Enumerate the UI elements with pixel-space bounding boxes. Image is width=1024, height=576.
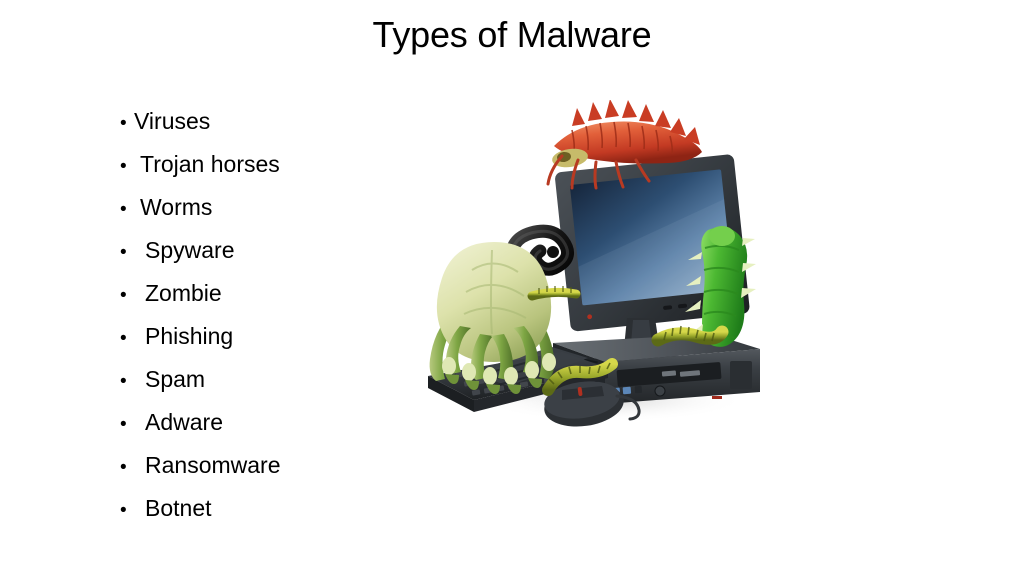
bullet-marker-icon: • <box>120 371 127 392</box>
list-item-label: Botnet <box>145 495 212 521</box>
page-title: Types of Malware <box>372 14 652 55</box>
list-item-label: Spam <box>145 366 206 392</box>
list-item: • Zombie <box>120 272 420 315</box>
tower-accent <box>712 396 722 399</box>
list-item-label: Adware <box>145 409 223 435</box>
list-item: • Phishing <box>120 315 420 358</box>
list-item: • Adware <box>120 401 420 444</box>
list-item: • Ransomware <box>120 444 420 487</box>
list-item-label: Phishing <box>145 323 234 349</box>
green-dust-mite-icon <box>429 242 556 394</box>
bullet-marker-icon: • <box>120 457 127 478</box>
malware-computer-image <box>412 100 782 440</box>
list-item-label: Viruses <box>134 108 211 134</box>
bullet-marker-icon: • <box>120 500 127 521</box>
bullet-marker-icon: • <box>120 156 127 177</box>
power-button[interactable] <box>654 385 666 397</box>
list-item-label: Spyware <box>145 237 235 263</box>
bullet-marker-icon: • <box>120 328 127 349</box>
list-item: • Botnet <box>120 487 420 530</box>
list-item: • Spyware <box>120 229 420 272</box>
bullet-marker-icon: • <box>120 199 127 220</box>
caterpillar-head <box>709 226 735 246</box>
list-item-label: Ransomware <box>145 452 281 478</box>
list-item: • Trojan horses <box>120 143 420 186</box>
list-item-label: Trojan horses <box>140 151 280 177</box>
tower-panel <box>730 361 752 389</box>
list-item: • Spam <box>120 358 420 401</box>
list-item-label: Zombie <box>145 280 222 306</box>
bullet-marker-icon: • <box>120 414 127 435</box>
bullet-marker-icon: • <box>120 285 127 306</box>
snake-head <box>547 246 559 258</box>
list-item: • Worms <box>120 186 420 229</box>
bullet-marker-icon: • <box>120 242 127 263</box>
bullet-marker-icon: • <box>120 113 127 134</box>
slide: Types of Malware • Viruses • Trojan hors… <box>0 0 1024 576</box>
malware-type-list: • Viruses • Trojan horses • Worms • Spyw… <box>120 100 420 530</box>
malware-computer-illustration <box>427 100 760 427</box>
list-item: • Viruses <box>120 100 420 143</box>
list-item-label: Worms <box>140 194 213 220</box>
